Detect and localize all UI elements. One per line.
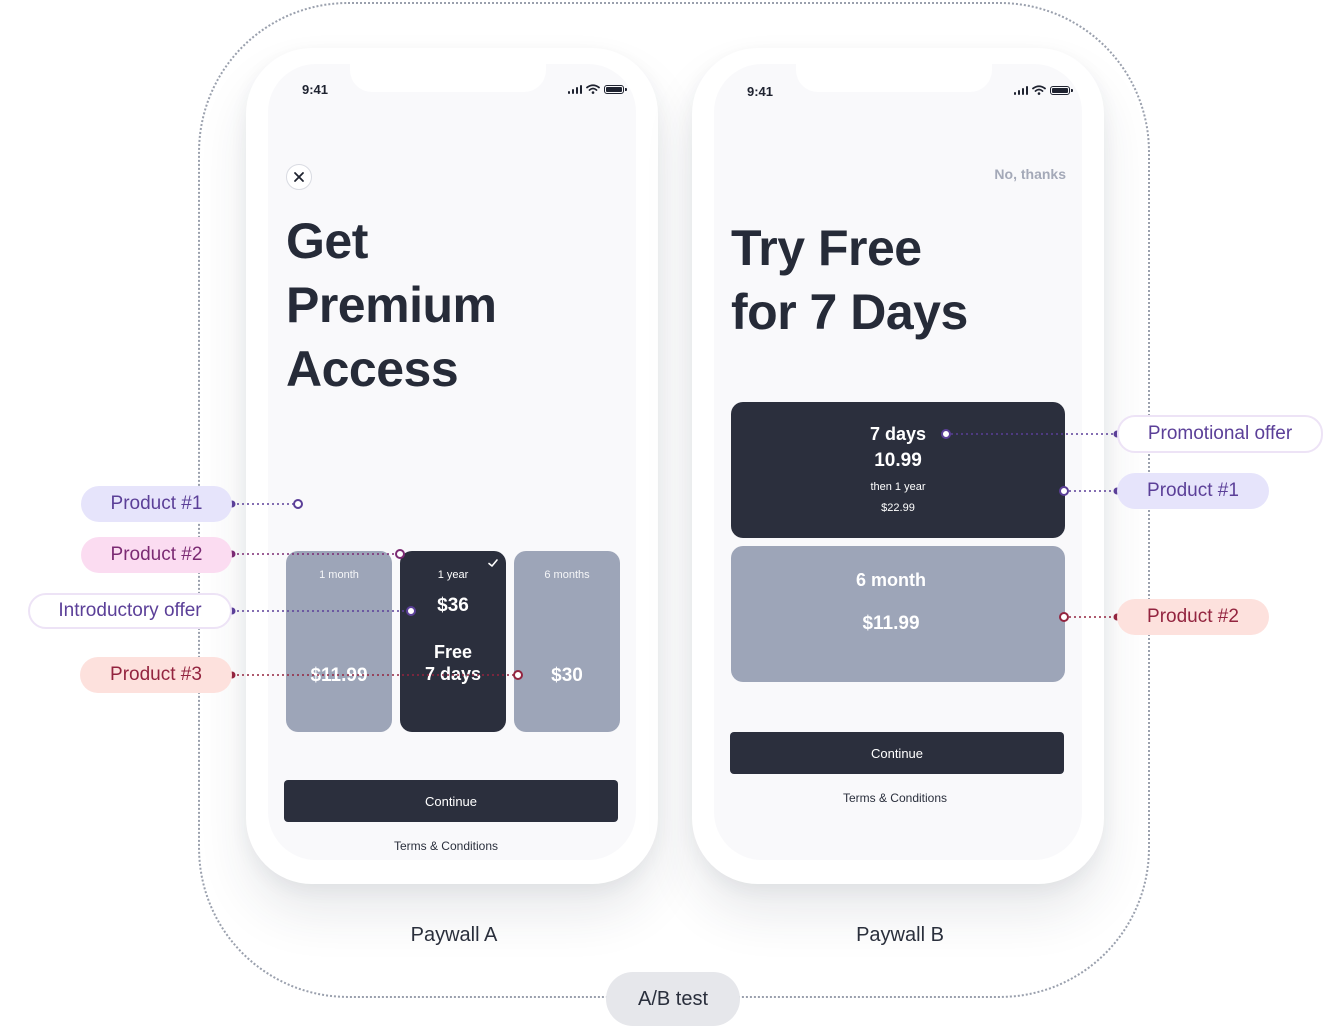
product-period: 1 month [319,569,359,581]
offer-price: 10.99 [874,450,922,471]
label-introductory-offer: Introductory offer [28,593,232,629]
battery-icon [1050,85,1073,95]
wifi-icon [1032,85,1046,95]
product-price: $22.99 [881,502,915,514]
status-time: 9:41 [747,84,774,99]
label-product-2-b: Product #2 [1117,599,1269,635]
status-icons [1013,85,1073,95]
no-thanks-button[interactable]: No, thanks [994,166,1066,182]
phone-notch [796,64,992,92]
continue-button[interactable]: Continue [284,780,618,822]
product-card-6-month[interactable]: 6 month $11.99 [731,546,1065,682]
product-card-1-year[interactable]: 1 year $36 Free 7 days [400,551,506,732]
terms-link[interactable]: Terms & Conditions [268,839,624,853]
product-period: 1 year [437,569,469,581]
product-price: $11.99 [310,665,368,686]
ab-test-label: A/B test [606,972,740,1026]
product-price: $11.99 [862,613,920,634]
status-icons [567,84,627,94]
label-promotional-offer: Promotional offer [1117,415,1323,453]
page-title: Try Free for 7 Days [731,220,968,340]
battery-icon [604,84,627,94]
paywall-b-caption: Paywall B [856,924,944,946]
phone-paywall-a: 9:41 Get Premium Access 1 month $11.99 1… [246,48,658,884]
signal-icon [1013,85,1028,95]
terms-link[interactable]: Terms & Conditions [714,791,1076,805]
product-price: $36 [437,595,469,616]
promotional-offer: 7 days [869,424,927,444]
label-product-2-a: Product #2 [81,537,232,573]
phone-notch [350,64,546,92]
page-title: Get Premium Access [286,213,497,397]
product-price: $30 [551,665,583,686]
close-icon [294,172,304,182]
paywall-a-screen: 9:41 Get Premium Access 1 month $11.99 1… [268,64,636,860]
label-product-1-b: Product #1 [1117,473,1269,509]
label-product-1-a: Product #1 [81,486,232,522]
close-button[interactable] [286,164,312,190]
product-card-promotional[interactable]: 7 days 10.99 then 1 year $22.99 [731,402,1065,538]
product-card-6-months[interactable]: 6 months $30 [514,551,620,732]
product-period: 6 month [856,570,926,590]
continue-button[interactable]: Continue [730,732,1064,774]
phone-paywall-b: 9:41 No, thanks Try Free for 7 Days 7 da… [692,48,1104,884]
paywall-a-caption: Paywall A [410,924,498,946]
status-time: 9:41 [302,82,329,97]
paywall-b-screen: 9:41 No, thanks Try Free for 7 Days 7 da… [714,64,1082,860]
product-period: 6 months [544,569,590,581]
label-product-3-a: Product #3 [80,657,232,693]
signal-icon [567,84,582,94]
introductory-offer: Free 7 days [424,642,482,684]
product-card-1-month[interactable]: 1 month $11.99 [286,551,392,732]
check-icon [488,559,498,567]
wifi-icon [586,84,600,94]
renewal-label: then 1 year [870,481,926,493]
